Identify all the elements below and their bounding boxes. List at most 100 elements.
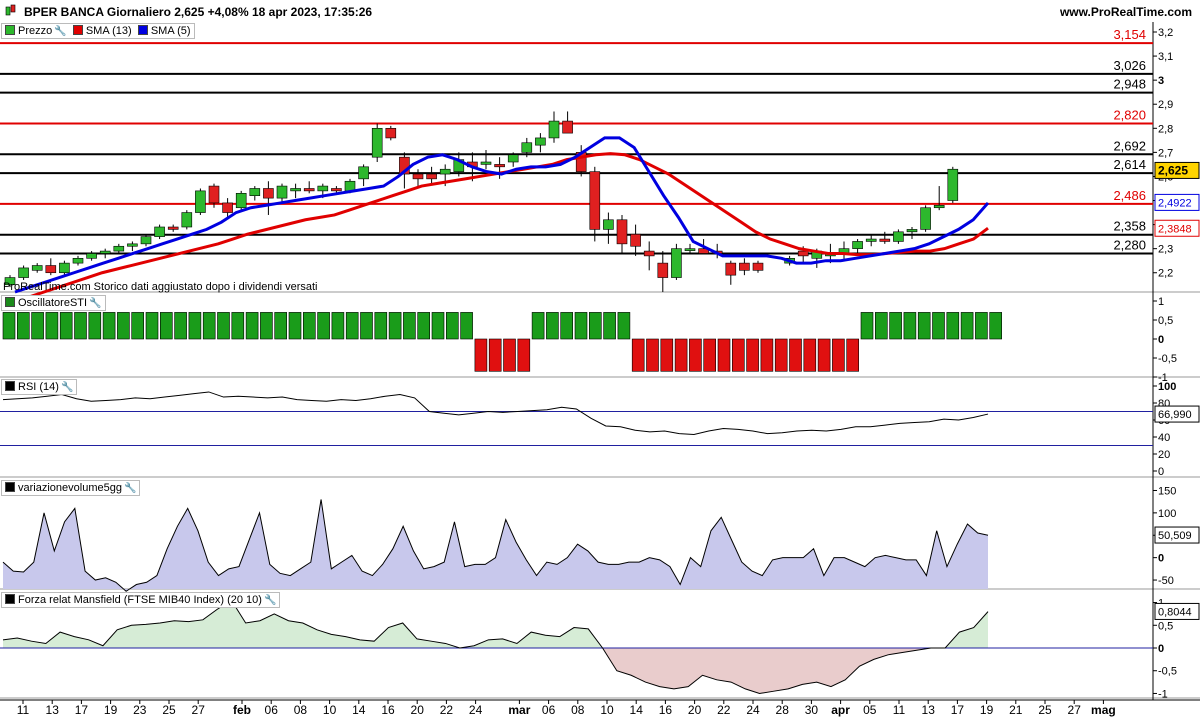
value-badge-label: 2,4922 (1158, 197, 1192, 209)
candle-body (480, 161, 492, 165)
sti-bar (88, 312, 102, 340)
y-tick-label: 2,3 (1158, 244, 1173, 256)
candle-body (86, 253, 97, 259)
sti-bar (860, 312, 874, 340)
candle-body (630, 233, 641, 247)
sti-legend[interactable]: OscillatoreSTI 🔧 (1, 295, 106, 311)
y-tick-label: 0 (1158, 553, 1164, 565)
volume-area (3, 499, 988, 592)
mansfield-negative-area (3, 648, 988, 694)
sti-bar (403, 312, 416, 340)
candle-body (385, 127, 397, 139)
x-tick-label: 30 (805, 703, 819, 717)
level-label: 2,486 (1113, 188, 1146, 203)
y-tick-label: 3,2 (1158, 27, 1173, 39)
candle-body (671, 248, 682, 278)
sma5-line (14, 136, 990, 294)
y-tick-label: 20 (1158, 449, 1170, 461)
y-tick-label: 0 (1158, 643, 1164, 655)
sti-bar (445, 312, 459, 340)
sti-bar (374, 312, 388, 340)
x-tick-label: 25 (162, 703, 176, 717)
mansfield-legend[interactable]: Forza relat Mansfield (FTSE MIB40 Index)… (1, 592, 281, 608)
sti-bar (131, 312, 144, 340)
x-tick-label: 11 (893, 703, 906, 717)
sti-bar (16, 312, 30, 340)
sti-bar (731, 338, 745, 372)
sti-bar (588, 312, 602, 340)
sti-bar (917, 312, 931, 340)
sti-bar (932, 312, 945, 340)
sma5-swatch-icon (137, 25, 148, 35)
candle-body (167, 226, 179, 230)
x-tick-label: 24 (469, 703, 483, 717)
y-tick-label: 40 (1158, 432, 1170, 444)
sti-bar (2, 312, 16, 340)
sti-bar (574, 312, 588, 340)
sti-bar (188, 312, 202, 340)
candle-body (181, 212, 193, 228)
sti-bar (746, 338, 759, 372)
sti-bar (317, 312, 330, 340)
price-legend[interactable]: Prezzo 🔧 SMA (13) SMA (5) (1, 23, 195, 39)
wrench-icon[interactable]: 🔧 (54, 25, 66, 39)
legend-sma5: SMA (5) (150, 25, 191, 37)
sti-bar (874, 312, 888, 340)
candle-body (31, 265, 43, 271)
wrench-icon[interactable]: 🔧 (264, 594, 276, 608)
y-tick-label: 2,7 (1158, 147, 1173, 159)
sti-bar (760, 338, 774, 372)
wrench-icon[interactable]: 🔧 (89, 297, 101, 311)
x-tick-label: 20 (411, 703, 425, 717)
x-tick-label: 10 (600, 703, 614, 717)
sti-bar (217, 312, 230, 340)
sti-bar (45, 312, 59, 340)
wrench-icon[interactable]: 🔧 (124, 482, 136, 496)
x-tick-label: 22 (717, 703, 731, 717)
sti-bar (674, 338, 688, 372)
x-tick-label: 27 (1068, 703, 1082, 717)
candle-body (739, 262, 750, 271)
candle-body (358, 166, 369, 180)
candle-body (222, 202, 233, 213)
x-tick-label: 17 (75, 703, 89, 717)
x-tick-label: 11 (17, 703, 30, 717)
candle-body (344, 180, 356, 192)
sti-bar (117, 312, 130, 340)
sti-bar (889, 312, 902, 340)
x-tick-label: 05 (863, 703, 877, 717)
sti-bar (488, 338, 502, 372)
chart-canvas[interactable]: 3,1543,0262,9482,8202,6922,6142,4862,358… (0, 0, 1200, 720)
x-tick-label: 10 (323, 703, 337, 717)
candle-body (906, 229, 918, 233)
sti-bar (231, 312, 245, 340)
wrench-icon[interactable]: 🔧 (61, 381, 73, 395)
candle-body (59, 262, 70, 274)
legend-sti: OscillatoreSTI (18, 297, 88, 309)
mansfield-swatch-icon (5, 594, 15, 604)
y-tick-label: 2,9 (1158, 99, 1173, 111)
candle-body (249, 188, 261, 197)
candle-body (920, 207, 931, 230)
candle-body (643, 250, 655, 257)
sti-bar (689, 338, 702, 372)
sti-bar (288, 312, 302, 340)
rsi-legend[interactable]: RSI (14) 🔧 (1, 379, 78, 395)
candle-body (99, 250, 111, 254)
level-label: 3,154 (1113, 27, 1146, 42)
x-tick-label: 08 (571, 703, 585, 717)
sti-bar (631, 338, 645, 372)
volume-legend[interactable]: variazionevolume5gg 🔧 (1, 480, 141, 496)
candle-body (589, 171, 601, 230)
x-tick-label: 23 (133, 703, 147, 717)
y-tick-label: 100 (1158, 508, 1176, 520)
candle-body (371, 127, 383, 158)
sti-bar (717, 338, 731, 372)
sti-bar (388, 312, 402, 340)
sti-bar (145, 312, 159, 340)
x-tick-label: feb (233, 703, 251, 717)
y-tick-label: 0,5 (1158, 315, 1173, 327)
sti-bar (817, 338, 831, 372)
x-tick-label: 22 (440, 703, 454, 717)
x-tick-label: 06 (542, 703, 556, 717)
